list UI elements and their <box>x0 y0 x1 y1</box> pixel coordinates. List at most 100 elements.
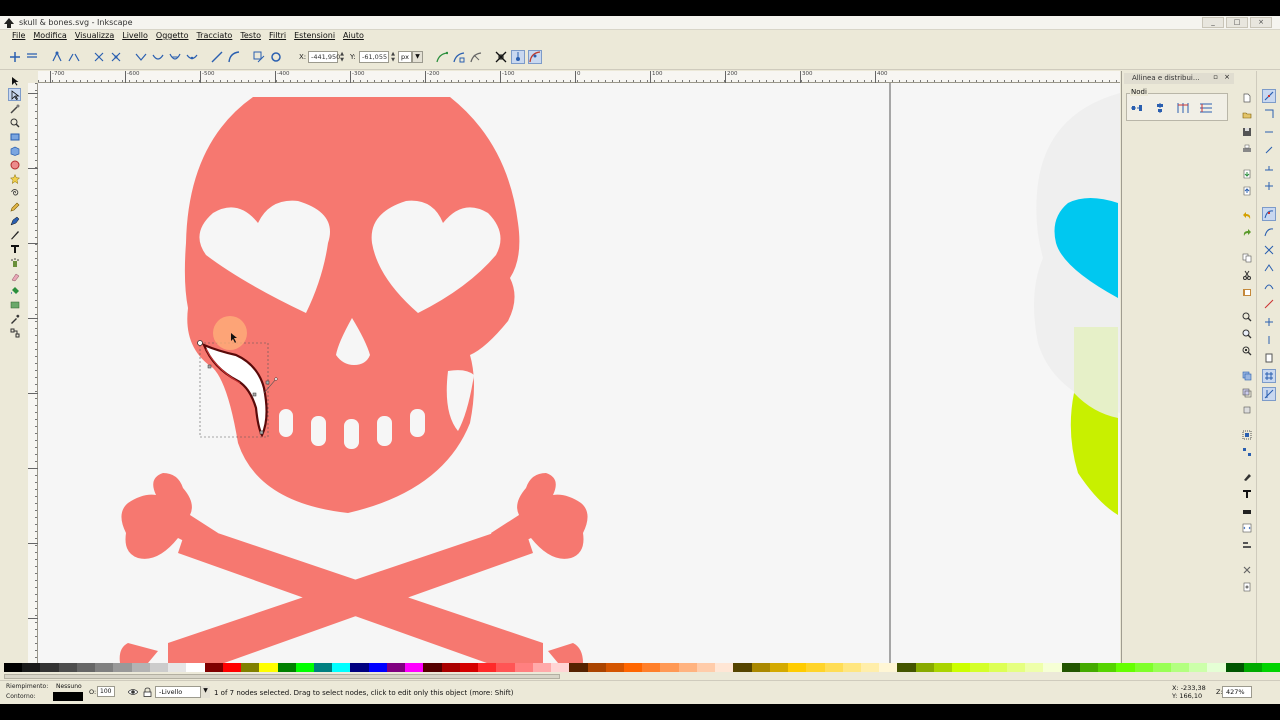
palette-swatch[interactable] <box>824 663 843 672</box>
dialog-close-icon[interactable]: × <box>1224 73 1230 81</box>
palette-swatch[interactable] <box>696 663 716 672</box>
palette-swatch[interactable] <box>186 663 205 672</box>
palette-swatch[interactable] <box>879 663 898 672</box>
palette-swatch[interactable] <box>1025 663 1044 672</box>
undo-icon[interactable] <box>1240 209 1253 222</box>
palette-swatch[interactable] <box>423 663 442 672</box>
palette-swatch[interactable] <box>1171 663 1190 672</box>
node-symmetric-icon[interactable] <box>168 50 182 64</box>
palette-swatch[interactable] <box>1207 663 1226 672</box>
menu-filtri[interactable]: Filtri <box>265 30 290 43</box>
skull-shape[interactable] <box>184 97 520 513</box>
eraser-tool-icon[interactable] <box>8 270 21 283</box>
palette-swatch[interactable] <box>915 663 934 672</box>
palette-swatch[interactable] <box>952 663 971 672</box>
object-to-path-icon[interactable] <box>252 50 266 64</box>
connector-tool-icon[interactable] <box>8 326 21 339</box>
unlink-clone-icon[interactable] <box>1240 403 1253 416</box>
snap-midpoints-icon[interactable] <box>1262 297 1276 311</box>
distribute-nodes-horizontal-icon[interactable] <box>1174 100 1192 116</box>
snap-nodes-icon[interactable] <box>1262 207 1276 221</box>
palette-swatch[interactable] <box>1116 663 1135 672</box>
document-properties-icon[interactable] <box>1240 580 1253 593</box>
show-handles-icon[interactable] <box>511 50 525 64</box>
show-path-outline-icon[interactable] <box>528 50 542 64</box>
palette-swatch[interactable] <box>459 663 479 672</box>
zoom-input[interactable]: 427% <box>1222 686 1252 698</box>
palette-swatch[interactable] <box>496 663 515 672</box>
palette-swatch[interactable] <box>970 663 989 672</box>
snap-intersections-icon[interactable] <box>1262 243 1276 257</box>
paint-bucket-tool-icon[interactable] <box>8 284 21 297</box>
dropper-tool-icon[interactable] <box>8 312 21 325</box>
palette-swatch[interactable] <box>1243 663 1263 672</box>
palette-swatch[interactable] <box>1152 663 1171 672</box>
palette-swatch[interactable] <box>605 663 624 672</box>
ungroup-icon[interactable] <box>1240 445 1253 458</box>
duplicate-icon[interactable] <box>1240 369 1253 382</box>
menu-modifica[interactable]: Modifica <box>29 30 70 43</box>
palette-swatch[interactable] <box>1006 663 1026 672</box>
palette-swatch[interactable] <box>1079 663 1099 672</box>
break-path-icon[interactable] <box>67 50 81 64</box>
x-spinner[interactable]: ▲ ▼ <box>339 51 345 63</box>
palette-swatch[interactable] <box>1189 663 1208 672</box>
snap-cusp-nodes-icon[interactable] <box>1262 261 1276 275</box>
palette-swatch[interactable] <box>58 663 77 672</box>
palette-swatch[interactable] <box>149 663 169 672</box>
horizontal-ruler[interactable]: -700 -600 -500 -400 -300 -200 -100 0 100 200 300 40… <box>38 71 1120 83</box>
copy-icon[interactable] <box>1240 251 1253 264</box>
snap-object-centers-icon[interactable] <box>1262 315 1276 329</box>
join-segment-icon[interactable] <box>92 50 106 64</box>
clip-path-icon[interactable] <box>452 50 466 64</box>
fill-indicator[interactable]: Nessuno <box>56 683 82 690</box>
palette-swatch[interactable] <box>1061 663 1080 672</box>
palette-swatch[interactable] <box>40 663 59 672</box>
preferences-icon[interactable] <box>1240 563 1253 576</box>
open-document-icon[interactable] <box>1240 108 1253 121</box>
snap-bbox-centers-icon[interactable] <box>1262 179 1276 193</box>
menu-file[interactable]: File <box>8 30 29 43</box>
zoom-drawing-icon[interactable] <box>1240 327 1253 340</box>
snap-smooth-nodes-icon[interactable] <box>1262 279 1276 293</box>
palette-swatch[interactable] <box>241 663 260 672</box>
3d-box-tool-icon[interactable] <box>8 144 21 157</box>
palette-swatch[interactable] <box>405 663 424 672</box>
palette-swatch[interactable] <box>988 663 1007 672</box>
menu-testo[interactable]: Testo <box>236 30 265 43</box>
fill-stroke-icon[interactable] <box>1240 470 1253 483</box>
palette-swatch[interactable] <box>842 663 862 672</box>
palette-swatch[interactable] <box>715 663 734 672</box>
text-font-icon[interactable] <box>1240 487 1253 500</box>
palette-swatch[interactable] <box>551 663 570 672</box>
palette-swatch[interactable] <box>897 663 916 672</box>
palette-swatch[interactable] <box>277 663 296 672</box>
palette-swatch[interactable] <box>313 663 333 672</box>
opacity-input[interactable]: 100 <box>97 686 115 697</box>
print-document-icon[interactable] <box>1240 142 1253 155</box>
delete-node-icon[interactable] <box>25 50 39 64</box>
palette-swatch[interactable] <box>933 663 953 672</box>
palette-swatch[interactable] <box>660 663 679 672</box>
drawing-svg[interactable] <box>38 83 1120 663</box>
layers-icon[interactable] <box>1240 504 1253 517</box>
palette-swatch[interactable] <box>532 663 552 672</box>
unit-dropdown-arrow[interactable]: ▼ <box>412 51 423 63</box>
palette-swatch[interactable] <box>295 663 314 672</box>
zoom-page-icon[interactable] <box>1240 344 1253 357</box>
stroke-to-path-icon[interactable] <box>269 50 283 64</box>
xml-editor-icon[interactable] <box>1240 521 1253 534</box>
save-document-icon[interactable] <box>1240 125 1253 138</box>
cut-icon[interactable] <box>1240 268 1253 281</box>
drawing-canvas[interactable] <box>38 83 1120 663</box>
zoom-selection-icon[interactable] <box>1240 310 1253 323</box>
align-nodes-vertical-icon[interactable] <box>1151 100 1169 116</box>
palette-swatch[interactable] <box>4 663 23 672</box>
star-tool-icon[interactable] <box>8 172 21 185</box>
zoom-tool-icon[interactable] <box>8 116 21 129</box>
clone-icon[interactable] <box>1240 386 1253 399</box>
menu-tracciato[interactable]: Tracciato <box>192 30 236 43</box>
palette-swatch[interactable] <box>332 663 351 672</box>
layer-lock-icon[interactable] <box>143 687 152 697</box>
palette-swatch[interactable] <box>733 663 752 672</box>
